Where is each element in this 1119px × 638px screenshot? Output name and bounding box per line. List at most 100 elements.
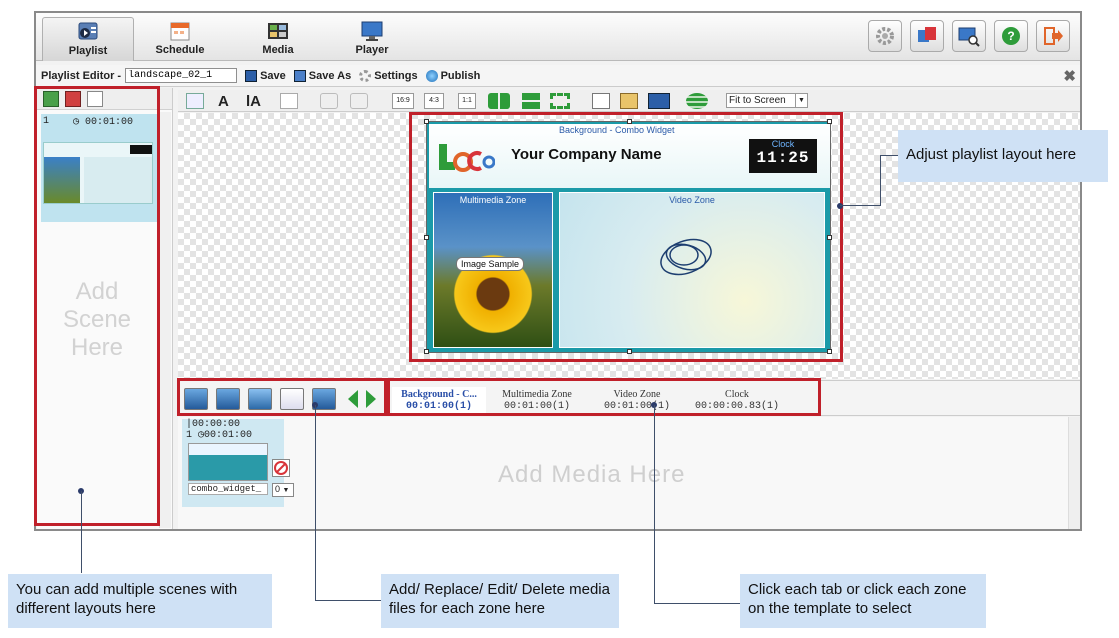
floppy-icon (293, 69, 306, 82)
film-icon (268, 23, 288, 39)
playlist-editor-bar: Playlist Editor - Save Save As Settings … (36, 65, 1080, 87)
add-media-icon[interactable] (184, 388, 208, 410)
tab-media[interactable]: Media (232, 17, 324, 61)
ratio-1-1-button[interactable]: 1:1 (458, 93, 476, 109)
resize-handle[interactable] (627, 349, 632, 354)
callout-media: Add/ Replace/ Edit/ Delete media files f… (381, 574, 619, 628)
blank-layout-icon[interactable] (592, 93, 610, 109)
globe-icon (425, 69, 438, 82)
swap-media-icon[interactable] (248, 388, 272, 410)
ratio-16-9-button[interactable]: 16:9 (392, 93, 414, 109)
tab-background[interactable]: Background - C... 00:01:00(1) (392, 387, 486, 415)
connector-line (315, 405, 316, 600)
media-item[interactable]: |00:00:00 1 ◷00:01:00 combo_widget_ 0 ▼ (182, 419, 294, 507)
stretch-horizontal-icon[interactable] (488, 93, 510, 109)
tab-player[interactable]: Player (326, 17, 418, 61)
callout-tabs: Click each tab or click each zone on the… (740, 574, 986, 628)
publish-button[interactable]: Publish (425, 69, 480, 82)
delete-zone-icon[interactable] (280, 93, 298, 109)
playlist-icon (78, 22, 98, 40)
callout-scenes: You can add multiple scenes with differe… (8, 574, 272, 628)
loco-logo-icon (439, 144, 495, 172)
floppy-icon (245, 69, 258, 82)
screen-icon[interactable] (648, 93, 670, 109)
edit-media-icon[interactable] (280, 388, 304, 410)
next-arrow-icon[interactable] (366, 390, 376, 408)
paste-icon[interactable] (620, 93, 638, 109)
resize-handle[interactable] (424, 235, 429, 240)
disable-icon[interactable] (272, 459, 290, 477)
resize-handle[interactable] (827, 119, 832, 124)
scene-panel: 1 ◷ 00:01:00 Add Scene Here (37, 88, 173, 529)
resize-handle[interactable] (424, 119, 429, 124)
connector-dot (837, 203, 843, 209)
resize-handle[interactable] (424, 349, 429, 354)
tab-clock[interactable]: Clock 00:00:00.83(1) (690, 387, 784, 415)
media-order-select[interactable]: 0 ▼ (272, 483, 294, 497)
zone-bar: Background - C... 00:01:00(1) Multimedia… (178, 380, 1080, 416)
settings-button[interactable] (868, 20, 902, 52)
multimedia-zone[interactable]: Multimedia Zone Image Sample (433, 192, 553, 348)
template-preview[interactable]: Background - Combo Widget Your Company N… (424, 119, 832, 354)
save-button[interactable]: Save (245, 69, 286, 82)
stretch-vertical-icon[interactable] (522, 93, 540, 109)
tab-multimedia-zone[interactable]: Multimedia Zone 00:01:00(1) (490, 387, 584, 415)
connector-line (880, 155, 898, 156)
connector-line (880, 155, 881, 206)
video-zone[interactable]: Video Zone (559, 192, 825, 348)
add-zone-icon[interactable] (186, 93, 204, 109)
editor-title: Playlist Editor - (41, 69, 122, 82)
scene-item[interactable]: 1 ◷ 00:01:00 (41, 114, 157, 222)
media-scrollbar[interactable] (1068, 417, 1080, 529)
delete-scene-icon[interactable] (65, 90, 81, 107)
monitor-icon (361, 21, 383, 41)
add-scene-icon[interactable] (43, 90, 59, 107)
ratio-4-3-button[interactable]: 4:3 (424, 93, 444, 109)
add-media-placeholder: Add Media Here (498, 461, 686, 488)
media-duration: 1 ◷00:01:00 (186, 430, 253, 441)
resize-handle[interactable] (827, 235, 832, 240)
close-icon[interactable]: ✖ (1063, 67, 1076, 85)
add-text-icon[interactable]: A (218, 93, 236, 110)
scene-duration: ◷ 00:01:00 (73, 117, 134, 128)
top-nav: Playlist Schedule Media Player ? (36, 13, 1080, 61)
save-as-button[interactable]: Save As (293, 69, 351, 82)
logout-icon (1044, 27, 1063, 45)
media-area: |00:00:00 1 ◷00:01:00 combo_widget_ 0 ▼ … (178, 417, 1080, 529)
connector-line (654, 405, 655, 603)
media-start: |00:00:00 (186, 419, 241, 430)
calendar-icon (170, 22, 190, 41)
display-icon (918, 27, 936, 42)
playlist-name-input[interactable] (125, 68, 238, 83)
scene-toolbar (37, 88, 172, 110)
resize-handle[interactable] (627, 119, 632, 124)
clock-zone[interactable]: Clock 11:25 (749, 139, 817, 173)
resize-handle[interactable] (827, 349, 832, 354)
monitor-search-button[interactable] (952, 20, 986, 52)
settings-link[interactable]: Settings (359, 69, 418, 82)
scene-scrollbar[interactable] (159, 112, 171, 528)
logout-button[interactable] (1036, 20, 1070, 52)
connector-line (81, 491, 82, 573)
zoom-select[interactable]: Fit to Screen ▼ (726, 93, 808, 108)
tab-playlist[interactable]: Playlist (42, 17, 134, 61)
replace-media-icon[interactable] (216, 388, 240, 410)
video-rings-icon (660, 238, 712, 276)
help-button[interactable]: ? (994, 20, 1028, 52)
background-zone[interactable]: Background - Combo Widget Your Company N… (429, 124, 830, 188)
layers-icon[interactable] (686, 93, 708, 109)
fit-icon[interactable] (550, 93, 570, 109)
add-text-area-icon[interactable]: lA (246, 93, 264, 110)
prev-arrow-icon[interactable] (348, 390, 358, 408)
scene-index: 1 (43, 116, 50, 127)
copy-scene-icon[interactable] (87, 90, 103, 107)
tab-video-zone[interactable]: Video Zone 00:01:00(1) (590, 387, 684, 415)
multimedia-zone-title: Multimedia Zone (459, 195, 527, 205)
gear-icon (359, 69, 372, 82)
redo-icon[interactable] (350, 93, 368, 109)
tab-schedule[interactable]: Schedule (134, 17, 226, 61)
undo-icon[interactable] (320, 93, 338, 109)
chevron-down-icon: ▼ (795, 94, 807, 107)
display-button[interactable] (910, 20, 944, 52)
media-thumbnail (188, 443, 268, 481)
